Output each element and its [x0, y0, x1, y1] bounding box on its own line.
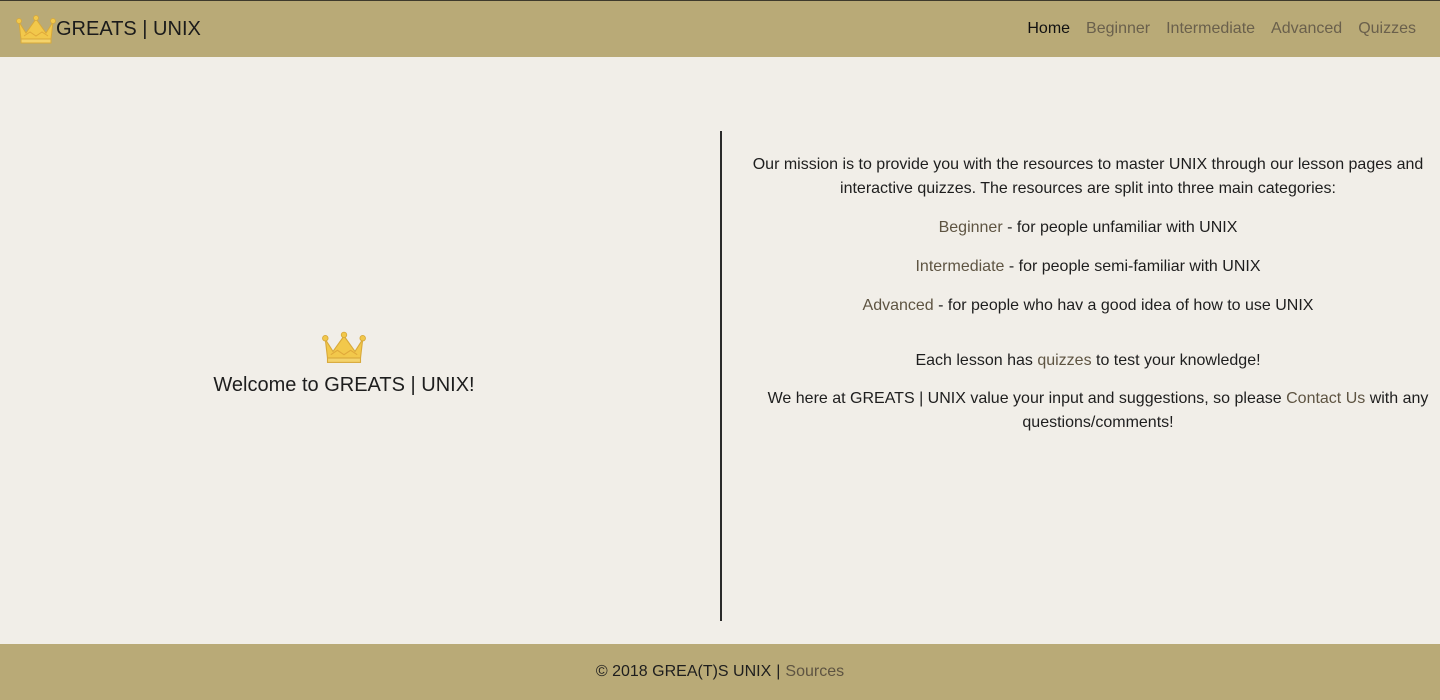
nav-link-intermediate[interactable]: Intermediate: [1166, 20, 1255, 38]
brand-text: GREATS | UNIX: [56, 17, 201, 40]
hero: Welcome to GREATS | UNIX!: [0, 329, 688, 397]
mission-panel: Our mission is to provide you with the r…: [738, 153, 1438, 435]
category-advanced: Advanced - for people who hav a good ide…: [738, 294, 1438, 318]
vertical-divider: [720, 131, 722, 621]
welcome-heading: Welcome to GREATS | UNIX!: [213, 374, 475, 396]
crown-icon: [16, 13, 56, 45]
main-content: Welcome to GREATS | UNIX! Our mission is…: [0, 57, 1440, 644]
welcome-panel: Welcome to GREATS | UNIX!: [0, 57, 720, 644]
mission-text: Our mission is to provide you with the r…: [752, 156, 1424, 197]
footer-separator: |: [776, 663, 781, 680]
crown-icon: [322, 329, 366, 365]
category-intermediate: Intermediate - for people semi-familiar …: [738, 255, 1438, 279]
contact-prefix: We here at GREATS | UNIX value your inpu…: [767, 390, 1287, 407]
copyright-text: © 2018 GREA(T)S UNIX: [595, 663, 772, 680]
nav-link-advanced[interactable]: Advanced: [1271, 20, 1342, 38]
advanced-link[interactable]: Advanced: [863, 297, 934, 314]
intermediate-link[interactable]: Intermediate: [915, 258, 1004, 275]
sources-link[interactable]: Sources: [785, 663, 844, 681]
category-description: - for people semi-familiar with UNIX: [1004, 258, 1261, 275]
navbar: GREATS | UNIX Home Beginner Intermediate…: [0, 0, 1440, 57]
nav-link-quizzes[interactable]: Quizzes: [1358, 20, 1416, 38]
lesson-text: Each lesson has quizzes to test your kno…: [738, 349, 1438, 373]
category-description: - for people unfamiliar with UNIX: [1002, 219, 1238, 236]
contact-us-link[interactable]: Contact Us: [1286, 390, 1365, 407]
nav-links: Home Beginner Intermediate Advanced Quiz…: [1011, 20, 1416, 38]
beginner-link[interactable]: Beginner: [939, 219, 1003, 236]
quizzes-link[interactable]: quizzes: [1037, 352, 1091, 369]
lesson-suffix: to test your knowledge!: [1091, 352, 1261, 369]
category-beginner: Beginner - for people unfamiliar with UN…: [738, 216, 1438, 240]
footer: © 2018 GREA(T)S UNIX | Sources: [0, 644, 1440, 700]
category-description: - for people who hav a good idea of how …: [933, 297, 1314, 314]
lesson-prefix: Each lesson has: [915, 352, 1038, 369]
brand-link[interactable]: GREATS | UNIX: [16, 13, 201, 45]
nav-link-home[interactable]: Home: [1027, 20, 1070, 38]
nav-link-beginner[interactable]: Beginner: [1086, 20, 1150, 38]
contact-text: We here at GREATS | UNIX value your inpu…: [738, 387, 1438, 435]
